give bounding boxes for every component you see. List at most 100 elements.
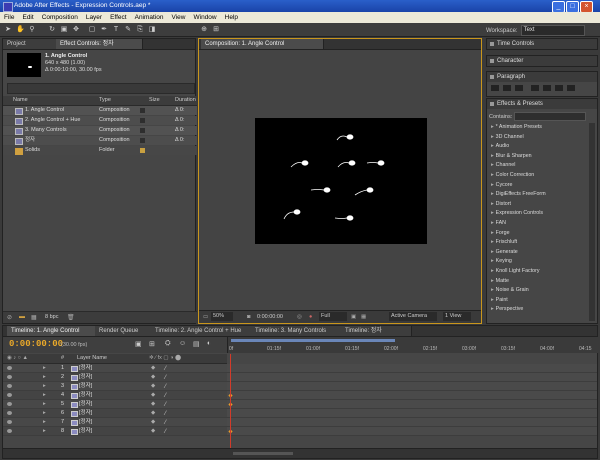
time-controls-header[interactable]: Time Controls [487,39,597,49]
quality-switch-icon[interactable]: ⁄ [165,428,166,436]
shy-switch-icon[interactable]: ◆ [151,400,155,408]
composition-viewer[interactable] [199,50,481,311]
effect-category-item[interactable]: Perspective [491,305,524,314]
align-right-icon[interactable] [515,85,523,91]
layer-duration-bar[interactable] [227,391,597,400]
brush-tool-icon[interactable]: ✎ [124,26,132,34]
quality-switch-icon[interactable]: ⁄ [165,374,166,382]
tab-project[interactable]: Project [3,39,64,49]
current-time-indicator[interactable] [230,354,231,448]
zoom-slider[interactable] [233,452,293,455]
interpret-footage-icon[interactable]: ⊘ [7,314,12,321]
bit-depth-button[interactable]: 8 bpc [45,314,58,320]
effect-category-item[interactable]: Expression Controls [491,209,543,218]
effect-category-item[interactable]: Blur & Sharpen [491,152,532,161]
visibility-eye-icon[interactable] [7,375,12,379]
layer-row[interactable]: ▸ 5 [정자] ◆ ⁄ [3,400,227,409]
comp-timecode[interactable]: 0:00:00:00 [257,311,283,323]
layer-duration-bar[interactable] [227,409,597,418]
layer-row[interactable]: ▸ 7 [정자] ◆ ⁄ [3,418,227,427]
layer-name[interactable]: [정자] [79,364,92,372]
character-header[interactable]: Character [487,56,597,66]
col-duration[interactable]: Duration [175,96,196,105]
layer-duration-bar[interactable] [227,373,597,382]
effect-category-item[interactable]: Knoll Light Factory [491,267,540,276]
workspace-dropdown[interactable]: Text [520,25,585,36]
visibility-eye-icon[interactable] [7,402,12,406]
col-size[interactable]: Size [149,96,160,105]
layer-duration-bar[interactable] [227,364,597,373]
expand-layer-icon[interactable]: ▸ [43,418,46,426]
effect-category-item[interactable]: Forge [491,229,510,238]
shy-switch-icon[interactable]: ◆ [151,427,155,435]
new-comp-icon[interactable]: ▦ [31,314,37,321]
pen-tool-icon[interactable]: ✒ [100,26,108,34]
menu-effect[interactable]: Effect [106,12,131,23]
effect-category-item[interactable]: 3D Channel [491,133,524,142]
eraser-tool-icon[interactable]: ◨ [148,26,156,34]
tab-timeline-jeongja[interactable]: Timeline: 정자 [341,326,412,336]
effect-category-item[interactable]: Noise & Grain [491,286,529,295]
layer-row[interactable]: ▸ 3 [정자] ◆ ⁄ [3,382,227,391]
quality-switch-icon[interactable]: ⁄ [165,392,166,400]
layer-name[interactable]: [정자] [79,382,92,390]
project-comp-row[interactable]: 2. Angle Control + Hue Composition Δ 0: [3,116,197,125]
effect-category-item[interactable]: Keying [491,257,512,266]
effects-presets-header[interactable]: Effects & Presets [487,99,597,109]
mask-tool-icon[interactable]: ▢ [88,26,96,34]
zoom-tool-icon[interactable]: ⚲ [28,26,36,34]
project-comp-row[interactable]: 정자 Composition Δ 0: [3,136,197,145]
expand-layer-icon[interactable]: ▸ [43,373,46,381]
menu-edit[interactable]: Edit [18,12,37,23]
effect-category-item[interactable]: FAN [491,219,506,228]
expand-layer-icon[interactable]: ▸ [43,409,46,417]
label-color-swatch[interactable] [140,138,145,143]
expand-layer-icon[interactable]: ▸ [43,400,46,408]
menu-layer[interactable]: Layer [82,12,106,23]
layer-name[interactable]: [정자] [79,409,92,417]
layer-row[interactable]: ▸ 1 [정자] ◆ ⁄ [3,364,227,373]
shy-switch-icon[interactable]: ◆ [151,418,155,426]
visibility-eye-icon[interactable] [7,429,12,433]
shy-switch-icon[interactable]: ◆ [151,364,155,372]
tab-timeline-many-controls[interactable]: Timeline: 3. Many Controls [251,326,348,336]
effect-category-item[interactable]: Cycore [491,181,513,190]
comp-canvas[interactable] [255,118,427,244]
label-color-swatch[interactable] [140,118,145,123]
layer-row[interactable]: ▸ 6 [정자] ◆ ⁄ [3,409,227,418]
pan-behind-tool-icon[interactable]: ✥ [72,26,80,34]
label-color-swatch[interactable] [140,108,145,113]
layer-name[interactable]: [정자] [79,391,92,399]
effect-category-item[interactable]: Audio [491,142,510,151]
layer-name[interactable]: [정자] [79,400,92,408]
project-folder-row[interactable]: Solids Folder [3,146,197,155]
channel-icon[interactable]: ● [309,311,312,323]
layer-name[interactable]: [정자] [79,418,92,426]
visibility-eye-icon[interactable] [7,420,12,424]
motion-blur-icon[interactable]: ◐ [207,340,211,347]
expand-layer-icon[interactable]: ▸ [43,364,46,372]
label-color-swatch[interactable] [140,128,145,133]
camera-snapshot-icon[interactable]: ◎ [297,311,302,323]
hand-tool-icon[interactable]: ✋ [16,26,25,34]
col-type[interactable]: Type [99,96,111,105]
quality-switch-icon[interactable]: ⁄ [165,419,166,427]
tab-timeline-angle-hue[interactable]: Timeline: 2. Angle Control + Hue [151,326,258,336]
delete-icon[interactable]: 🗑 [67,314,75,321]
shy-layers-icon[interactable]: ☺ [179,340,186,347]
quality-switch-icon[interactable]: ⁄ [165,365,166,373]
selection-tool-icon[interactable]: ➤ [4,26,12,34]
comp-mini-flowchart-icon[interactable]: ▣ [135,340,142,348]
clone-stamp-tool-icon[interactable]: ⎘ [136,26,144,34]
visibility-eye-icon[interactable] [7,393,12,397]
expand-layer-icon[interactable]: ▸ [43,391,46,399]
camera-tool-icon[interactable]: ▣ [60,26,68,34]
snapshot-icon[interactable]: ◙ [247,311,250,323]
quality-switch-icon[interactable]: ⁄ [165,401,166,409]
rotate-tool-icon[interactable]: ↻ [48,26,56,34]
menu-animation[interactable]: Animation [131,12,168,23]
expand-layer-icon[interactable]: ▸ [43,427,46,435]
layer-name[interactable]: [정자] [79,427,92,435]
paragraph-header[interactable]: Paragraph [487,72,597,82]
align-center-icon[interactable] [503,85,511,91]
